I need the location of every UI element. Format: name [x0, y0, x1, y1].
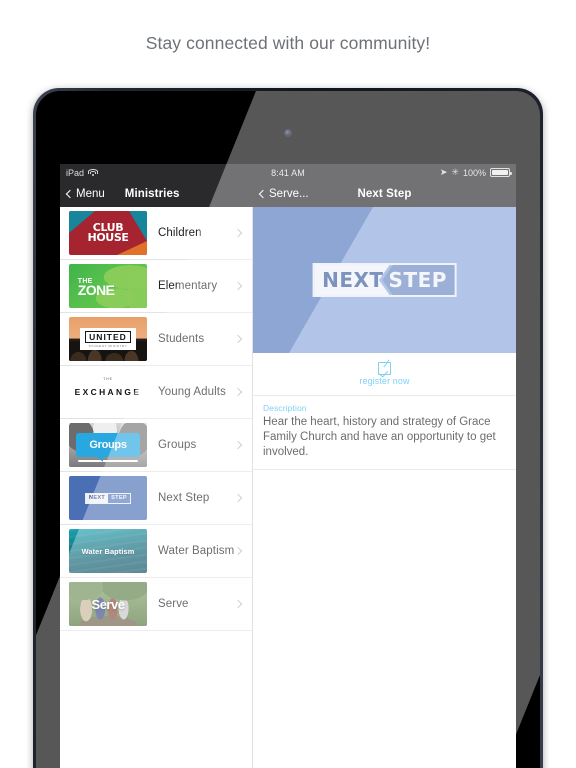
- description-title: Description: [263, 403, 307, 413]
- thumb-line-2: ZONE: [77, 282, 115, 298]
- thumb-line-2: HOUSE: [87, 231, 129, 244]
- thumb-line-1: THE: [103, 377, 113, 381]
- chevron-right-icon: [233, 440, 243, 450]
- status-bar: iPad 8:41 AM ➤ ✳ 100%: [60, 164, 516, 181]
- list-item-label: Children: [158, 227, 202, 239]
- next-step-hero-banner: NEXT STEP: [253, 207, 516, 353]
- serve-back-button[interactable]: Serve...: [253, 188, 309, 200]
- chevron-right-icon: [233, 493, 243, 503]
- thumbnail-serve: Serve: [69, 582, 147, 626]
- page-headline: Stay connected with our community!: [145, 33, 431, 53]
- list-item[interactable]: Serve Serve: [60, 578, 252, 631]
- bluetooth-icon: ✳: [451, 167, 459, 177]
- master-nav-bar: Menu Ministries: [60, 181, 253, 207]
- list-item-label: Water Baptism: [158, 545, 235, 557]
- chevron-right-icon: [233, 228, 243, 238]
- detail-pane: NEXT STEP register now Description Hear …: [253, 207, 516, 768]
- chevron-right-icon: [233, 334, 243, 344]
- battery-percent-label: 100%: [462, 167, 486, 178]
- ipad-device-frame: iPad 8:41 AM ➤ ✳ 100% Menu Ministries Se…: [33, 88, 543, 768]
- register-now-button[interactable]: register now: [253, 353, 516, 396]
- logo-left-text: NEXT: [314, 265, 390, 295]
- front-camera-icon: [285, 130, 291, 136]
- location-arrow-icon: ➤: [439, 167, 448, 177]
- list-item[interactable]: Groups Groups: [60, 419, 252, 472]
- thumbnail-young-adults: THE EXCHANGE: [69, 370, 147, 414]
- serve-back-label: Serve...: [269, 188, 309, 200]
- split-view-body: CLUB HOUSE Children THE ZONE Elementary …: [60, 207, 516, 768]
- description-body: Hear the heart, history and strategy of …: [263, 416, 496, 458]
- thumbnail-next-step: NEXT STEP: [69, 476, 147, 520]
- thumb-line-1: Groups: [89, 439, 127, 451]
- register-now-label: register now: [359, 376, 410, 386]
- thumbnail-students: UNITED STUDENT MINISTRY: [69, 317, 147, 361]
- thumb-line-2: EXCHANGE: [74, 387, 142, 397]
- description-section: Description Hear the heart, history and …: [253, 396, 516, 470]
- list-item[interactable]: Water Baptism Water Baptism: [60, 525, 252, 578]
- chevron-left-icon: [258, 189, 268, 199]
- list-item[interactable]: CLUB HOUSE Children: [60, 207, 252, 260]
- list-item[interactable]: THE ZONE Elementary: [60, 260, 252, 313]
- thumb-line-2: STEP: [108, 493, 130, 503]
- list-item-label: Serve: [158, 598, 189, 610]
- menu-back-label: Menu: [76, 188, 105, 200]
- list-item[interactable]: THE EXCHANGE Young Adults: [60, 366, 252, 419]
- thumb-line-1: UNITED: [85, 331, 131, 343]
- thumb-line-2: STUDENT MINISTRY: [88, 344, 128, 348]
- thumbnail-elementary: THE ZONE: [69, 264, 147, 308]
- chevron-right-icon: [233, 281, 243, 291]
- list-item-label: Young Adults: [158, 386, 226, 398]
- navigation-bars: Menu Ministries Serve... Next Step: [60, 181, 516, 207]
- ipad-bezel: iPad 8:41 AM ➤ ✳ 100% Menu Ministries Se…: [36, 91, 540, 768]
- chevron-right-icon: [233, 387, 243, 397]
- chevron-left-icon: [65, 189, 75, 199]
- ipad-screen: iPad 8:41 AM ➤ ✳ 100% Menu Ministries Se…: [60, 164, 516, 768]
- thumb-line-1: Water Baptism: [81, 546, 135, 556]
- list-item[interactable]: NEXT STEP Next Step: [60, 472, 252, 525]
- battery-full-icon: [490, 168, 512, 177]
- chevron-right-icon: [233, 546, 243, 556]
- thumbnail-water-baptism: Water Baptism: [69, 529, 147, 573]
- screenshot-root: Stay connected with our community! iPad …: [0, 0, 576, 768]
- logo-right-text: STEP: [382, 265, 455, 295]
- ministries-list[interactable]: CLUB HOUSE Children THE ZONE Elementary …: [60, 207, 253, 768]
- thumb-line-1: Serve: [91, 596, 125, 612]
- next-step-logo: NEXT STEP: [312, 263, 457, 297]
- menu-back-button[interactable]: Menu: [60, 188, 105, 200]
- chevron-right-icon: [233, 599, 243, 609]
- master-nav-title: Ministries: [124, 188, 180, 200]
- list-item-label: Elementary: [158, 280, 218, 292]
- list-item-label: Groups: [158, 439, 197, 451]
- thumbnail-groups: Groups: [69, 423, 147, 467]
- list-item[interactable]: UNITED STUDENT MINISTRY Students: [60, 313, 252, 366]
- list-item-label: Next Step: [158, 492, 210, 504]
- thumbnail-children: CLUB HOUSE: [69, 211, 147, 255]
- status-bar-right: ➤ ✳ 100%: [439, 167, 512, 178]
- thumb-line-1: NEXT: [86, 493, 109, 503]
- list-item-label: Students: [158, 333, 205, 345]
- checkbox-check-icon: [378, 362, 391, 375]
- detail-nav-bar: Serve... Next Step: [253, 181, 516, 207]
